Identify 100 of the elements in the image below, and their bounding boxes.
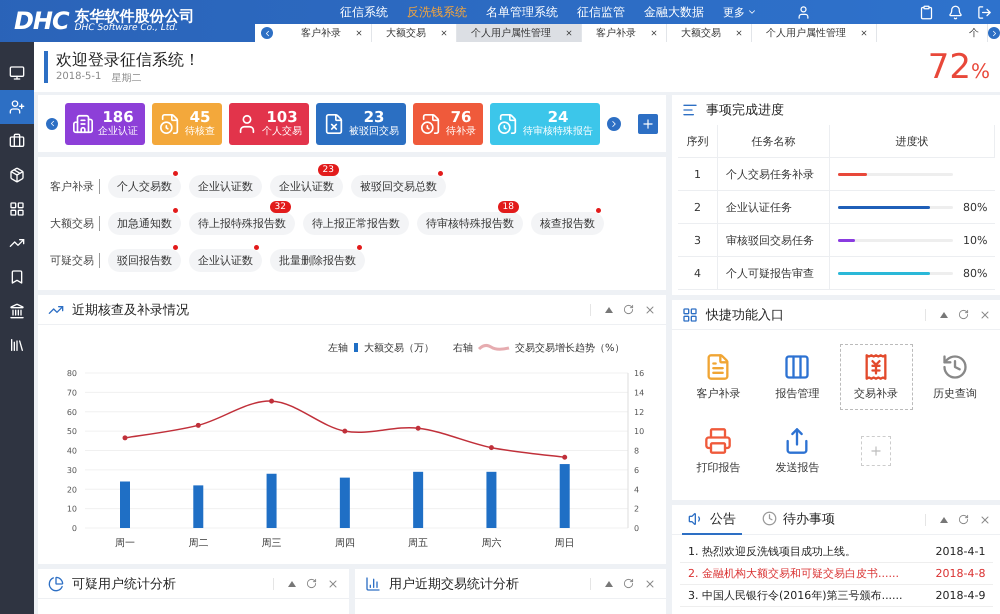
- weekday: 星期二: [111, 72, 142, 84]
- collapse-icon[interactable]: [605, 580, 613, 586]
- collapse-icon[interactable]: [605, 306, 613, 312]
- panel-tab[interactable]: 公告: [682, 505, 742, 534]
- stat-card[interactable]: 103 个人交易: [229, 102, 309, 144]
- company-name: 东华软件股份公司: [74, 8, 195, 24]
- axis-label: 50: [66, 427, 77, 436]
- table-cell: 个人可疑报告审查: [718, 257, 830, 290]
- date: 2018-5-1: [56, 70, 102, 84]
- axis-label: 16: [634, 369, 644, 378]
- shortcut-item[interactable]: 历史查询: [918, 344, 992, 410]
- counter-tag[interactable]: 企业认证数: [270, 175, 343, 198]
- table-cell: 审核驳回交易任务: [718, 224, 830, 257]
- collapse-icon[interactable]: [940, 312, 948, 318]
- grid-icon: [9, 201, 25, 217]
- document-clock-icon: [420, 112, 442, 134]
- close-icon[interactable]: [650, 29, 658, 37]
- axis-label: 0: [634, 524, 640, 533]
- scroll-right-button[interactable]: [607, 116, 621, 130]
- shortcut-item[interactable]: 发送报告: [760, 418, 834, 484]
- counter-tag[interactable]: 待上报正常报告数: [303, 212, 409, 235]
- axis-label: 60: [66, 408, 77, 417]
- counter-tag[interactable]: 待上报特殊报告数: [189, 212, 295, 235]
- stat-value: 72: [928, 47, 971, 87]
- add-button[interactable]: [638, 114, 658, 134]
- axis-label: 周四: [334, 538, 355, 549]
- refresh-icon[interactable]: [958, 514, 970, 525]
- bell-icon[interactable]: [948, 4, 963, 20]
- stat-card[interactable]: 186 企业认证: [65, 102, 145, 144]
- nav-item[interactable]: 名单管理系统: [486, 4, 558, 20]
- nav-item[interactable]: 征信系统: [340, 4, 388, 20]
- document-clock-icon: [497, 112, 519, 134]
- group-label: 客户补录: [50, 179, 100, 194]
- counter-tag[interactable]: 加急通知数: [108, 212, 181, 235]
- column-header: 进度状: [830, 125, 996, 158]
- axis-label: 80: [66, 369, 77, 378]
- axis-label: 30: [66, 466, 77, 475]
- scroll-right-button[interactable]: [988, 27, 1000, 39]
- notice-item[interactable]: 1. 热烈欢迎反洗钱项目成功上线。 2018-4-1: [680, 541, 994, 563]
- books-icon: [9, 337, 25, 353]
- counter-tag[interactable]: 待审核特殊报告数: [417, 212, 523, 235]
- bank-icon: [9, 303, 25, 319]
- close-icon[interactable]: [440, 29, 448, 37]
- bar-chart-icon: [365, 576, 381, 592]
- close-icon[interactable]: [860, 29, 868, 37]
- counter-tag[interactable]: 企业认证数: [189, 249, 262, 272]
- more-menu[interactable]: 更多: [723, 4, 757, 20]
- refresh-icon[interactable]: [958, 309, 970, 320]
- panel-title: 可疑用户统计分析: [72, 576, 176, 592]
- user-icon[interactable]: [796, 4, 811, 20]
- chart-point: [196, 422, 201, 428]
- axis-label: 6: [634, 466, 640, 475]
- box-icon: [9, 167, 25, 183]
- legend-label: 左轴: [328, 343, 348, 354]
- shortcut-item[interactable]: 交易补录: [840, 344, 913, 410]
- collapse-icon[interactable]: [940, 516, 948, 522]
- company-name-english: DHC Software Co., Ltd.: [74, 24, 178, 34]
- close-icon[interactable]: [735, 29, 743, 37]
- column-header: 任务名称: [718, 125, 830, 158]
- table-cell: 4: [678, 257, 718, 290]
- shortcut-item[interactable]: 客户补录: [682, 344, 755, 410]
- axis-label: 周一: [115, 538, 135, 549]
- refresh-icon[interactable]: [306, 578, 317, 589]
- stat-count: 103: [266, 109, 298, 126]
- scroll-left-button[interactable]: [46, 118, 58, 130]
- page-tab[interactable]: 个人用户属性管理: [457, 24, 582, 42]
- axis-label: 周六: [481, 538, 502, 549]
- counter-tag[interactable]: 驳回报告数: [108, 249, 181, 272]
- notice-item[interactable]: 2. 金融机构大额交易和可疑交易白皮书...... 2018-4-8: [680, 563, 994, 585]
- nav-item[interactable]: 征信监管: [577, 4, 625, 20]
- clipboard-icon[interactable]: [919, 4, 934, 20]
- monitor-icon: [9, 65, 25, 81]
- collapse-icon[interactable]: [288, 580, 296, 586]
- stat-label: 待补录: [446, 126, 476, 138]
- notice-date: 2018-4-8: [936, 567, 986, 580]
- logout-icon[interactable]: [977, 4, 992, 20]
- stat-label: 个人交易: [262, 126, 302, 138]
- count-badge: 18: [498, 201, 519, 213]
- counter-tag[interactable]: 个人交易数: [108, 175, 181, 198]
- close-icon[interactable]: [565, 29, 573, 37]
- stat-count: 186: [102, 109, 134, 126]
- chart-bar: [120, 482, 130, 528]
- notice-text: 2. 金融机构大额交易和可疑交易白皮书......: [688, 566, 899, 581]
- panel-tab[interactable]: 待办事项: [756, 505, 841, 534]
- shortcut-item[interactable]: 打印报告: [682, 418, 755, 484]
- nav-item[interactable]: 金融大数据: [644, 4, 704, 20]
- refresh-icon[interactable]: [623, 304, 634, 315]
- counter-tag[interactable]: 被驳回交易总数: [351, 175, 446, 198]
- notice-item[interactable]: 3. 中国人民银行令(2016年)第三号颁布...... 2018-4-9: [680, 585, 994, 607]
- scroll-left-button[interactable]: [261, 27, 273, 39]
- counter-tag[interactable]: 核查报告数: [531, 212, 604, 235]
- close-icon[interactable]: [355, 29, 363, 37]
- welcome-title: 欢迎登录征信系统！: [56, 50, 200, 70]
- shortcut-item[interactable]: 报告管理: [760, 344, 834, 410]
- panel-title: 事项完成进度: [706, 102, 784, 119]
- counter-tag[interactable]: 批量删除报告数: [270, 249, 365, 272]
- refresh-icon[interactable]: [623, 578, 634, 589]
- stat-label: 被驳回交易: [349, 126, 399, 138]
- counter-tag[interactable]: 企业认证数: [189, 175, 262, 198]
- stat-card[interactable]: 23 被驳回交易: [316, 102, 406, 144]
